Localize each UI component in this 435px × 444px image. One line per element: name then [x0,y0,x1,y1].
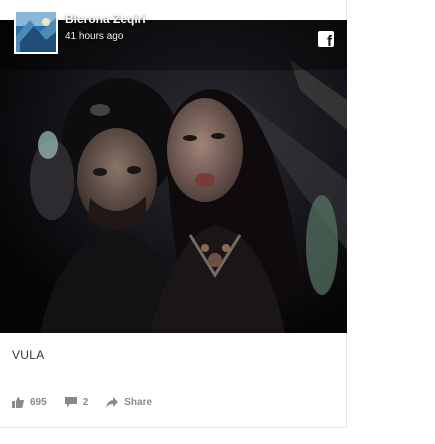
avatar-image [16,12,56,52]
like-button[interactable]: 695 [12,397,47,408]
share-label: Share [124,397,153,408]
comment-icon [64,397,77,407]
author-name[interactable]: Blerona Zeqiri [65,12,146,26]
post-photo[interactable]: f [0,20,347,333]
share-button[interactable]: Share [106,397,152,408]
thumbs-up-icon [12,397,24,408]
author-avatar[interactable] [14,10,58,54]
share-icon [106,397,119,408]
selfie-image [0,20,347,333]
post-header: Blerona Zeqiri 41 hours ago [0,0,347,54]
post-actions: 695 2 Share [12,397,170,408]
comment-button[interactable]: 2 [64,397,89,408]
post-card: f Blerona Zeqiri 41 hours ago VULA 695 2… [0,0,347,428]
like-count: 695 [30,397,47,408]
comment-count: 2 [82,397,89,408]
post-caption: VULA [12,348,45,362]
post-timestamp[interactable]: 41 hours ago [65,31,123,42]
